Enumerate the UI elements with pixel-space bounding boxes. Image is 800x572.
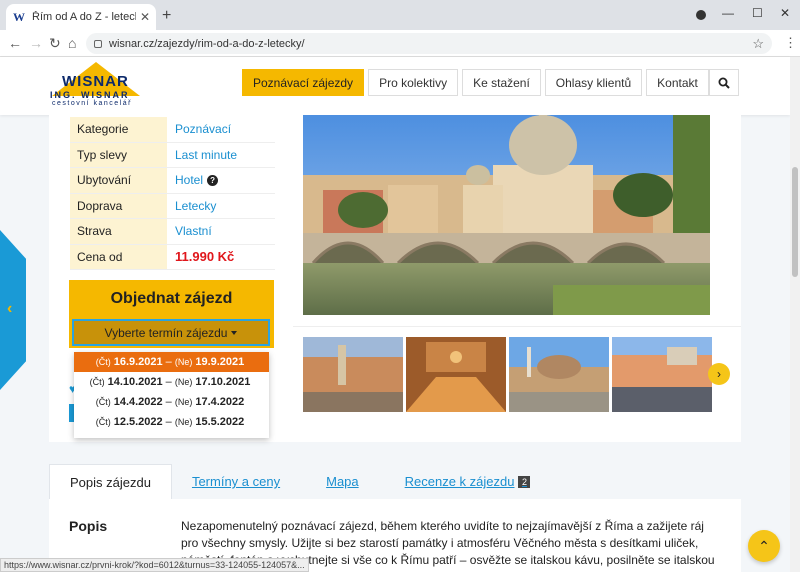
- profile-icon[interactable]: [696, 10, 706, 20]
- term-option[interactable]: (Čt) 14.4.2022– (Ne) 17.4.2022: [74, 392, 269, 412]
- info-link[interactable]: Hotel: [175, 173, 203, 187]
- tab-popis-zajezdu[interactable]: Popis zájezdu: [49, 464, 172, 499]
- new-tab-icon[interactable]: +: [162, 7, 171, 25]
- info-link[interactable]: Last minute: [167, 143, 275, 168]
- site-header: WISNAR ING. WISNAR cestovní kancelář Poz…: [0, 57, 790, 115]
- nav-poznavaci-zajezdy[interactable]: Poznávací zájezdy: [242, 69, 365, 96]
- tab-recenze[interactable]: Recenze k zájezdu 2: [385, 464, 551, 499]
- info-row: Typ slevy Last minute: [70, 142, 275, 168]
- home-icon[interactable]: ⌂: [68, 35, 76, 51]
- forward-icon[interactable]: →: [29, 35, 43, 51]
- term-option[interactable]: (Čt) 14.10.2021– (Ne) 17.10.2021: [74, 372, 269, 392]
- nav-pro-kolektivy[interactable]: Pro kolektivy: [368, 69, 459, 96]
- browser-menu-icon[interactable]: ⋮: [784, 35, 797, 51]
- window-close-icon[interactable]: ✕: [780, 6, 790, 20]
- tab-terminy-a-ceny[interactable]: Termíny a ceny: [172, 464, 300, 499]
- reload-icon[interactable]: ↻: [49, 35, 61, 52]
- caret-down-icon: [231, 330, 238, 335]
- site-logo[interactable]: WISNAR ING. WISNAR cestovní kancelář: [46, 60, 146, 110]
- tour-info-table: Kategorie Poznávací Typ slevy Last minute …: [70, 117, 275, 270]
- chevron-up-icon: ⌃: [758, 537, 770, 554]
- scrollbar-thumb[interactable]: [792, 167, 798, 277]
- search-button[interactable]: [709, 69, 739, 96]
- favicon-icon: W: [12, 9, 26, 24]
- thumbnail[interactable]: [509, 337, 609, 412]
- nav-kontakt[interactable]: Kontakt: [646, 69, 709, 96]
- term-dropdown: (Čt) 16.9.2021– (Ne) 19.9.2021 (Čt) 14.10.2…: [74, 352, 269, 438]
- url-text: wisnar.cz/zajezdy/rim-od-a-do-z-letecky/: [109, 37, 305, 50]
- info-row: Kategorie Poznávací: [70, 117, 275, 143]
- content-tabs: Popis zájezdu Termíny a ceny Mapa Recenz…: [49, 464, 741, 499]
- back-icon[interactable]: ←: [8, 35, 22, 51]
- status-bar-url: https://www.wisnar.cz/prvni-krok/?kod=60…: [0, 558, 309, 572]
- info-link[interactable]: Poznávací: [167, 117, 275, 142]
- nav-ke-stazeni[interactable]: Ke stažení: [462, 69, 541, 96]
- scroll-to-top-button[interactable]: ⌃: [748, 530, 780, 562]
- thumbnail[interactable]: [406, 337, 506, 412]
- help-icon[interactable]: ?: [207, 174, 219, 186]
- chevron-left-icon: ‹: [7, 300, 13, 317]
- browser-tabbar: W Řím od A do Z - letecky - Zájezd ✕ + —…: [0, 0, 800, 30]
- main-photo[interactable]: [303, 115, 710, 315]
- chevron-right-icon: ›: [717, 367, 721, 381]
- browser-tab[interactable]: W Řím od A do Z - letecky - Zájezd ✕: [6, 4, 156, 30]
- info-link[interactable]: Vlastní: [167, 219, 275, 244]
- review-count-badge: 2: [518, 475, 531, 488]
- close-tab-icon[interactable]: ✕: [140, 10, 150, 24]
- maximize-icon[interactable]: ☐: [752, 6, 763, 20]
- url-input[interactable]: wisnar.cz/zajezdy/rim-od-a-do-z-letecky/…: [86, 33, 772, 54]
- address-bar: ← → ↻ ⌂ wisnar.cz/zajezdy/rim-od-a-do-z-…: [0, 30, 800, 57]
- main-nav: Poznávací zájezdy Pro kolektivy Ke staže…: [242, 69, 713, 96]
- thumbnail[interactable]: [612, 337, 712, 412]
- thumbnail[interactable]: [303, 337, 403, 412]
- term-option[interactable]: (Čt) 16.9.2021– (Ne) 19.9.2021: [74, 352, 269, 372]
- info-link[interactable]: Letecky: [167, 194, 275, 219]
- lock-icon: [94, 39, 102, 48]
- order-title: Objednat zájezd: [110, 290, 233, 307]
- search-icon: [718, 77, 730, 89]
- scrollbar[interactable]: [790, 57, 800, 572]
- info-row: Cena od 11.990 Kč: [70, 244, 275, 270]
- info-row: Ubytování Hotel?: [70, 168, 275, 194]
- info-row: Strava Vlastní: [70, 219, 275, 245]
- thumbnail-strip: [303, 337, 715, 412]
- tab-title: Řím od A do Z - letecky - Zájezd: [32, 11, 136, 23]
- minimize-icon[interactable]: —: [722, 6, 734, 20]
- side-prev-button[interactable]: ‹: [0, 230, 26, 390]
- gallery-next-button[interactable]: ›: [708, 363, 730, 385]
- nav-ohlasy-klientu[interactable]: Ohlasy klientů: [544, 69, 643, 96]
- gallery-divider: [293, 326, 741, 327]
- description-heading: Popis: [69, 518, 108, 534]
- term-select[interactable]: Vyberte termín zájezdu: [72, 319, 270, 346]
- price-value: 11.990 Kč: [175, 249, 235, 265]
- tab-mapa[interactable]: Mapa: [300, 464, 385, 499]
- info-row: Doprava Letecky: [70, 193, 275, 219]
- bookmark-star-icon[interactable]: ☆: [752, 36, 764, 52]
- term-option[interactable]: (Čt) 12.5.2022– (Ne) 15.5.2022: [74, 412, 269, 432]
